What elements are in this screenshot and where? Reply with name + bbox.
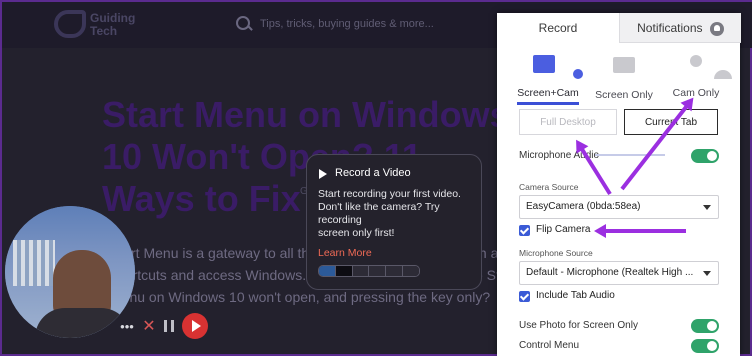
record-button[interactable] — [182, 313, 208, 339]
flip-camera-checkbox[interactable] — [519, 225, 530, 236]
panel-tabbar: Record Notifications — [497, 13, 741, 43]
flip-camera-label: Flip Camera — [536, 224, 591, 235]
control-menu-label: Control Menu — [519, 340, 580, 351]
microphone-audio-toggle[interactable] — [691, 149, 719, 163]
site-search-placeholder[interactable]: Tips, tricks, buying guides & more... — [260, 18, 434, 30]
camera-icon — [687, 55, 705, 81]
camera-source-select[interactable]: EasyCamera (0bda:58ea) — [519, 195, 719, 219]
mode-label: Screen+Cam — [517, 87, 579, 99]
tooltip-progress — [318, 265, 420, 277]
recorder-panel: Record Notifications Screen+Cam Screen O… — [497, 13, 741, 356]
control-menu-toggle[interactable] — [691, 339, 719, 353]
progress-segment — [386, 266, 404, 276]
microphone-source-label: Microphone Source — [519, 248, 593, 258]
include-tab-audio-label: Include Tab Audio — [536, 290, 615, 301]
progress-segment — [403, 266, 419, 276]
screen-cam-icon — [533, 55, 563, 81]
use-photo-toggle[interactable] — [691, 319, 719, 333]
webcam-person-shirt — [35, 308, 131, 338]
progress-segment — [352, 266, 370, 276]
tab-notifications[interactable]: Notifications — [619, 13, 741, 43]
microphone-source-select[interactable]: Default - Microphone (Realtek High ... — [519, 261, 719, 285]
use-photo-label: Use Photo for Screen Only — [519, 320, 638, 331]
search-icon[interactable] — [236, 16, 250, 30]
microphone-level-slider[interactable] — [595, 154, 665, 156]
screen-icon — [613, 57, 635, 83]
mode-label: Screen Only — [595, 89, 653, 101]
annotation-arrow — [602, 229, 686, 233]
progress-segment — [369, 266, 387, 276]
webcam-window-bars — [13, 240, 55, 286]
guiding-tech-logo-icon[interactable] — [54, 10, 86, 38]
chevron-down-icon — [703, 271, 711, 276]
pause-icon[interactable] — [164, 320, 174, 332]
mode-screen-cam[interactable]: Screen+Cam — [513, 53, 583, 99]
close-icon[interactable]: ✕ — [142, 316, 156, 336]
include-tab-audio-checkbox[interactable] — [519, 291, 530, 302]
mode-screen-only[interactable]: Screen Only — [589, 53, 659, 101]
mode-label: Cam Only — [672, 87, 720, 99]
active-mode-underline — [517, 102, 579, 105]
tooltip-title: Record a Video — [335, 167, 411, 179]
camera-source-value: EasyCamera (0bda:58ea) — [526, 201, 641, 212]
tab-notifications-label: Notifications — [637, 21, 703, 35]
mode-cam-only[interactable]: Cam Only — [661, 53, 731, 99]
chevron-down-icon — [703, 205, 711, 210]
microphone-source-value: Default - Microphone (Realtek High ... — [526, 267, 694, 278]
full-desktop-button[interactable]: Full Desktop — [519, 109, 617, 135]
play-icon — [319, 169, 327, 179]
site-brand: Guiding Tech — [90, 11, 136, 38]
progress-segment — [319, 266, 336, 276]
bell-icon — [709, 21, 724, 36]
camera-source-label: Camera Source — [519, 182, 579, 192]
webcam-preview-bubble[interactable] — [5, 206, 135, 338]
tab-record[interactable]: Record — [497, 13, 619, 43]
learn-more-link[interactable]: Learn More — [318, 247, 372, 259]
progress-segment — [335, 266, 353, 276]
more-options-icon[interactable]: ••• — [120, 319, 134, 334]
record-video-tooltip: Record a Video Start recording your firs… — [306, 154, 482, 290]
recorder-controls: ••• ✕ — [120, 312, 208, 340]
tooltip-text: Start recording your first video. Don't … — [318, 188, 461, 239]
